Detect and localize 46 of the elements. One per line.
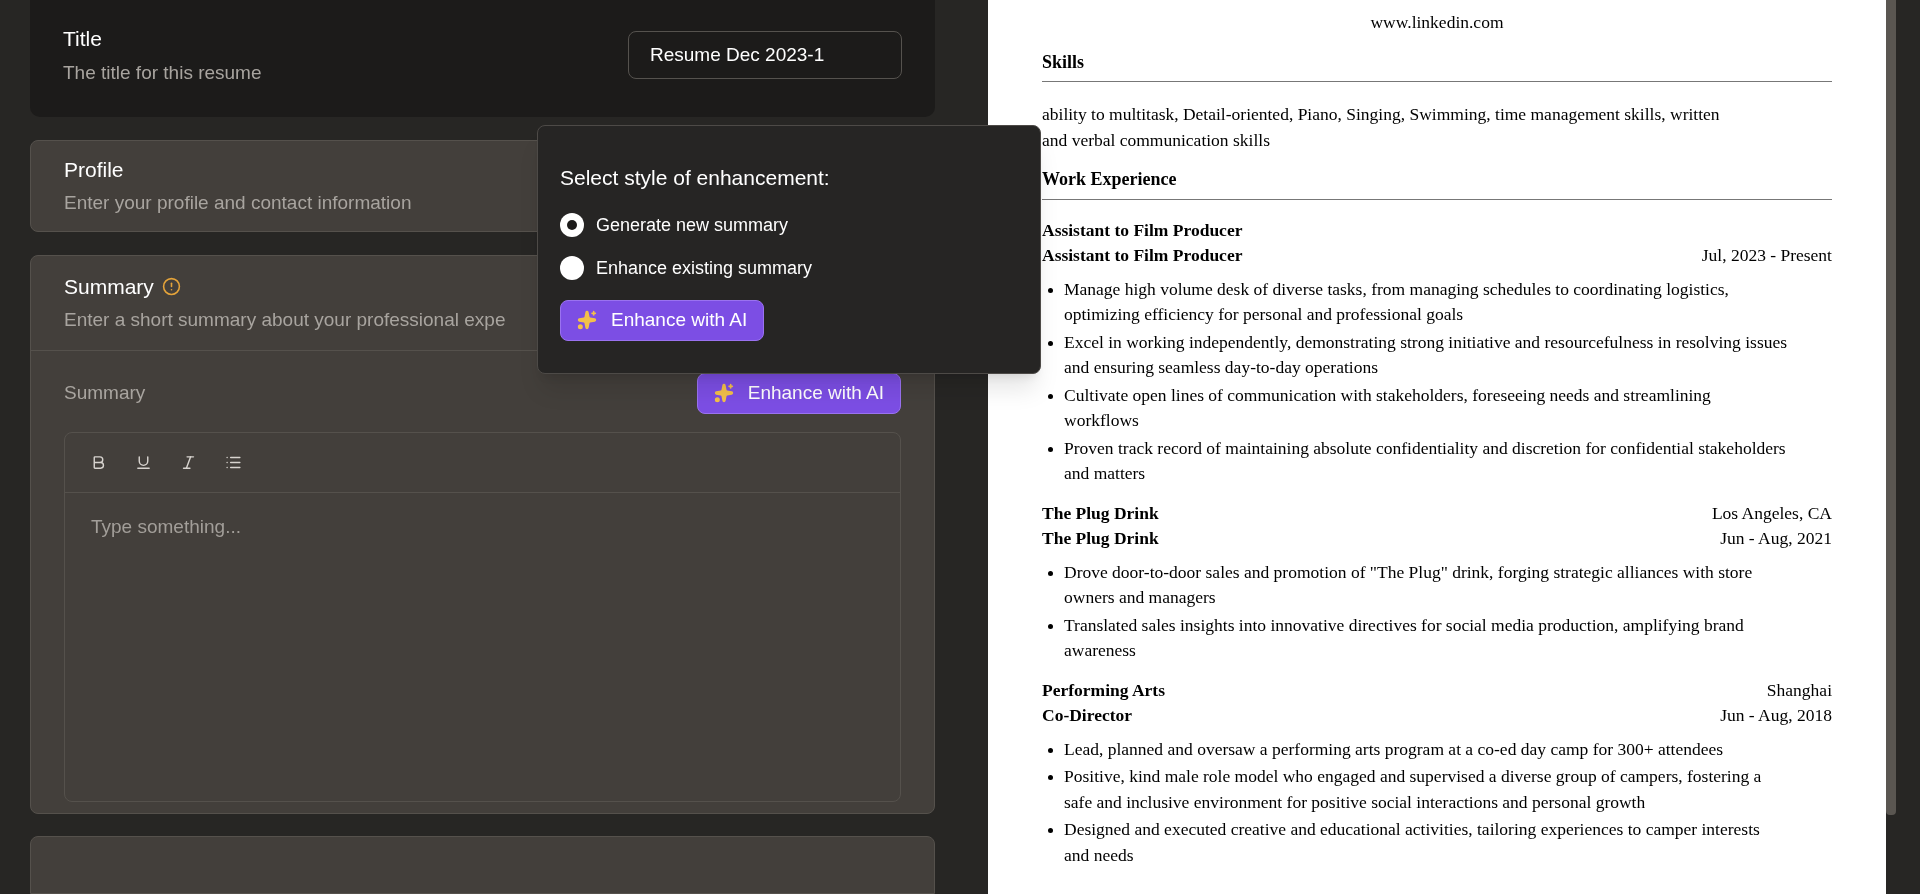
radio-option[interactable]: Enhance existing summary (560, 254, 1018, 282)
rich-text-editor[interactable]: Type something... (64, 431, 901, 802)
bullet-text: Translated sales insights into innovative directives for social media production, amplifying brand awareness (1064, 613, 1745, 662)
field-label: Summary (64, 381, 146, 406)
contact-line: www.linkedin.com (1370, 12, 1504, 32)
underline-icon[interactable] (135, 453, 152, 471)
entry-subtitle: Assistant to Film Producer (1042, 244, 1243, 267)
enhance-ai-button[interactable]: Enhance with AI (696, 372, 901, 414)
entry-subtitle: Co-Director (1042, 704, 1133, 727)
bullet-text: Proven track record of maintaining absolute confidentiality and discretion for confidential stakeholders and matters (1064, 436, 1787, 485)
popover-heading: Select style of enhancement: (560, 165, 830, 191)
entry-date: Jun - Aug, 2021 (1720, 527, 1832, 550)
bullet-text: Lead, planned and oversaw a performing arts program at a co-ed day camp for 300+ attendees (1064, 737, 1725, 761)
card-description: Enter a short summary about your professional expe (64, 308, 506, 333)
section-heading: Work Experience (1042, 169, 1177, 189)
skills-text: ability to multitask, Detail-oriented, Piano, Singing, Swimming, time management skills, written and verbal communication skills (1042, 103, 1721, 152)
card-title: Summary (64, 273, 154, 300)
entry-title: The Plug Drink (1042, 501, 1159, 525)
entry-title: Performing Arts (1042, 678, 1165, 702)
editor-placeholder: Type something... (91, 515, 241, 537)
bullet-text: Drove door-to-door sales and promotion of "The Plug" drink, forging strategic alliances with store owners and managers (1064, 560, 1754, 609)
entry-date: Jun - Aug, 2018 (1720, 704, 1832, 727)
bullet-text: Manage high volume desk of diverse tasks, from managing schedules to coordinating logistics, optimizing efficiency for personal and professional goals (1064, 277, 1730, 326)
bullet-text: Excel in working independently, demonstrating strong initiative and resourcefulness in resolving issues and ensuring seamless day-to-day operations (1064, 330, 1789, 379)
sparkle-icon (713, 383, 734, 404)
sparkle-icon (577, 310, 597, 330)
entry-title: Assistant to Film Producer (1042, 218, 1243, 242)
radio-button[interactable] (560, 213, 584, 237)
entry-subtitle: The Plug Drink (1042, 527, 1159, 550)
bullet-text: Cultivate open lines of communication with stakeholders, foreseeing needs and streamlining workflows (1064, 383, 1712, 432)
card-title: Profile (64, 156, 124, 183)
italic-icon[interactable] (180, 453, 197, 471)
title-input[interactable]: Resume Dec 2023-1 (628, 31, 902, 80)
warning-icon (161, 277, 181, 297)
bullet-text: Positive, kind male role model who engaged and supervised a diverse group of campers, fostering a safe and inclusive environment for positive social interactions and personal growth (1064, 765, 1763, 814)
entry-location: Los Angeles, CA (1711, 501, 1832, 525)
scrollbar-thumb[interactable] (1886, 0, 1896, 815)
enhance-ai-button[interactable]: Enhance with AI (560, 299, 765, 341)
card-title: Title (63, 26, 103, 53)
entry-location: Shanghai (1766, 678, 1832, 702)
section-heading: Skills (1042, 51, 1085, 72)
card-description: The title for this resume (63, 60, 262, 85)
radio-button[interactable] (560, 256, 584, 280)
card-description: Enter your profile and contact information (64, 191, 412, 216)
bullet-text: Designed and executed creative and educational activities, tailoring experiences to camper interests and needs (1064, 818, 1761, 867)
entry-date: Jul, 2023 - Present (1701, 244, 1832, 267)
